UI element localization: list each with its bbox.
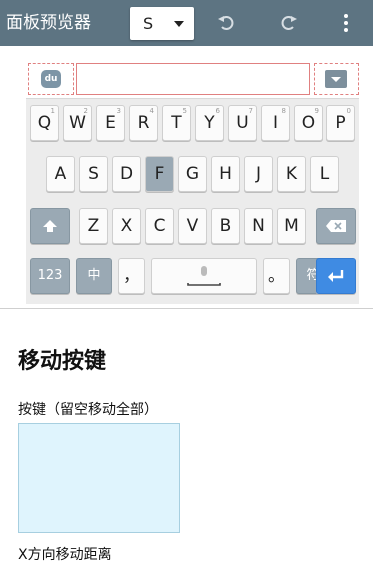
logo-button[interactable]: du (28, 63, 74, 95)
key-i[interactable]: 8I (261, 105, 290, 141)
key-y[interactable]: 6Y (195, 105, 224, 141)
candidate-bar: du (26, 58, 359, 99)
backspace-icon (326, 220, 346, 232)
undo-icon[interactable] (215, 11, 239, 35)
shift-arrow-icon (43, 220, 57, 232)
microphone-icon (187, 266, 221, 286)
key-r[interactable]: 4R (129, 105, 158, 141)
key-c[interactable]: C (145, 208, 174, 244)
key-l[interactable]: L (310, 156, 339, 192)
key-m[interactable]: M (277, 208, 306, 244)
key-w[interactable]: 2W (63, 105, 92, 141)
enter-key[interactable] (316, 258, 356, 294)
enter-icon (328, 270, 344, 282)
key-n[interactable]: N (244, 208, 273, 244)
key-f[interactable]: F (145, 156, 174, 192)
key-comma[interactable]: ， (118, 258, 145, 294)
space-key[interactable] (151, 258, 257, 294)
du-logo-icon: du (41, 70, 61, 88)
more-vert-icon[interactable] (334, 11, 358, 35)
key-move-pad[interactable] (18, 423, 180, 533)
key-o[interactable]: 9O (294, 105, 323, 141)
key-q[interactable]: 1Q (30, 105, 59, 141)
key-e[interactable]: 3E (96, 105, 125, 141)
key-d[interactable]: D (112, 156, 141, 192)
key-period[interactable]: 。 (263, 258, 290, 294)
app-title: 面板预览器 (6, 13, 91, 33)
divider (0, 308, 373, 309)
section-title: 移动按键 (18, 349, 107, 374)
key-v[interactable]: V (178, 208, 207, 244)
collapse-icon (325, 70, 347, 88)
shift-key[interactable] (30, 208, 70, 244)
x-distance-label: X方向移动距离 (18, 547, 112, 563)
key-k[interactable]: K (277, 156, 306, 192)
numbers-key[interactable]: 123 (30, 258, 70, 294)
language-key[interactable]: 中 (76, 258, 112, 294)
key-z[interactable]: Z (79, 208, 108, 244)
key-j[interactable]: J (244, 156, 273, 192)
key-x[interactable]: X (112, 208, 141, 244)
backspace-key[interactable] (316, 208, 356, 244)
app-bar: 面板预览器 S (0, 0, 373, 46)
key-h[interactable]: H (211, 156, 240, 192)
key-select-label: 按键（留空移动全部） (18, 402, 158, 418)
key-t[interactable]: 5T (162, 105, 191, 141)
key-p[interactable]: 0P (326, 105, 355, 141)
keyboard-preview-area: du 1Q 2W 3E 4R 5T 6Y 7U 8I 9O 0P A S D F… (0, 46, 373, 308)
key-g[interactable]: G (178, 156, 207, 192)
key-b[interactable]: B (211, 208, 240, 244)
key-a[interactable]: A (46, 156, 75, 192)
dropdown-caret-icon (174, 21, 184, 27)
skin-spinner[interactable]: S (130, 7, 194, 40)
key-s[interactable]: S (79, 156, 108, 192)
skin-spinner-value: S (143, 14, 154, 33)
keyboard-preview: du 1Q 2W 3E 4R 5T 6Y 7U 8I 9O 0P A S D F… (26, 58, 359, 304)
collapse-button[interactable] (314, 63, 359, 95)
key-u[interactable]: 7U (228, 105, 257, 141)
redo-icon[interactable] (276, 11, 300, 35)
composition-box[interactable] (76, 63, 310, 95)
